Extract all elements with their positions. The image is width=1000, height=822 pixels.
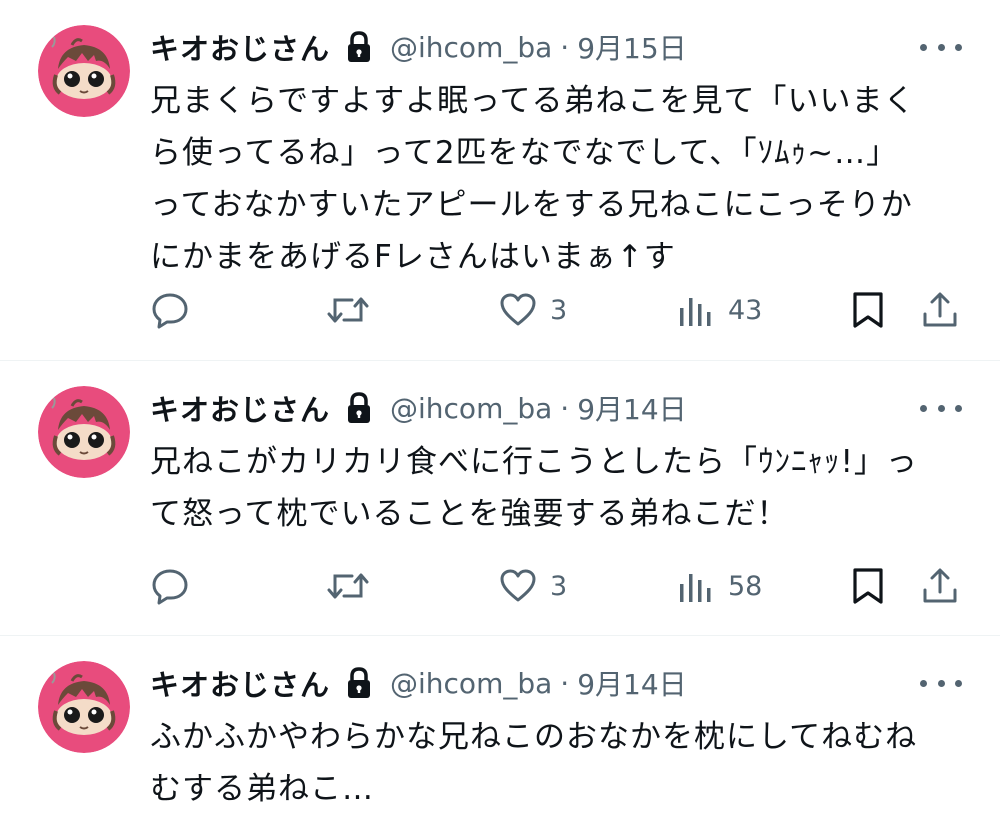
retweet-icon xyxy=(327,297,369,323)
tweet-text-line: ふかふかやわらかな兄ねこのおなかを枕にしてねむね xyxy=(150,719,918,755)
tweet-actions: 3 58 xyxy=(0,561,1000,611)
share-icon xyxy=(923,568,957,603)
avatar[interactable] xyxy=(38,661,130,753)
reply-button[interactable] xyxy=(150,285,190,335)
avatar[interactable] xyxy=(38,386,130,478)
lock-icon xyxy=(344,30,374,64)
avatar-image xyxy=(38,386,130,478)
author-name[interactable]: キオおじさん xyxy=(150,26,330,68)
share-icon xyxy=(923,292,957,327)
more-horizontal-icon[interactable] xyxy=(920,395,962,421)
tweet-header: キオおじさん @ihcom_ba · 9月15日 xyxy=(150,22,687,72)
avatar-image xyxy=(38,25,130,117)
bookmark-button[interactable] xyxy=(850,285,886,335)
like-button[interactable]: 3 xyxy=(498,285,567,335)
tweet-text-line: ら使ってるね」って2匹をなでなでして、「ｿﾑｩ~…」 xyxy=(150,135,899,171)
tweet-text-line: むする弟ねこ… xyxy=(150,771,374,807)
tweet-text-line: 兄ねこがカリカリ食べに行こうとしたら「ｳﾝﾆｬｯ!」っ xyxy=(150,444,918,480)
like-count: 3 xyxy=(550,570,568,602)
separator-dot: · xyxy=(560,391,570,425)
author-name[interactable]: キオおじさん xyxy=(150,662,330,704)
retweet-button[interactable] xyxy=(326,561,370,611)
view-count: 43 xyxy=(728,294,763,326)
heart-icon xyxy=(500,293,536,326)
author-name[interactable]: キオおじさん xyxy=(150,387,330,429)
tweet-text: 兄ねこがカリカリ食べに行こうとしたら「ｳﾝﾆｬｯ!」っ て怒って枕でいることを強… xyxy=(150,436,960,540)
tweet[interactable]: キオおじさん @ihcom_ba · 9月14日 兄ねこがカリカリ食べに行こうと… xyxy=(0,361,1000,635)
like-count: 3 xyxy=(550,294,568,326)
bookmark-icon xyxy=(853,568,883,604)
tweet-header: キオおじさん @ihcom_ba · 9月14日 xyxy=(150,383,687,433)
tweet-actions: 3 43 xyxy=(0,285,1000,335)
like-button[interactable]: 3 xyxy=(498,561,567,611)
views-button[interactable]: 58 xyxy=(676,561,762,611)
avatar-image xyxy=(38,661,130,753)
view-count: 58 xyxy=(728,570,763,602)
retweet-button[interactable] xyxy=(326,285,370,335)
share-button[interactable] xyxy=(920,561,960,611)
more-horizontal-icon[interactable] xyxy=(920,670,962,696)
reply-icon xyxy=(152,569,188,605)
tweet-date[interactable]: 9月15日 xyxy=(577,27,686,67)
lock-icon xyxy=(344,391,374,425)
author-handle[interactable]: @ihcom_ba xyxy=(390,392,552,425)
views-button[interactable]: 43 xyxy=(676,285,762,335)
retweet-icon xyxy=(327,573,369,599)
author-handle[interactable]: @ihcom_ba xyxy=(390,667,552,700)
more-horizontal-icon[interactable] xyxy=(920,34,962,60)
tweet-text-line: 兄まくらですよすよ眠ってる弟ねこを見て「いいまく xyxy=(150,83,916,119)
author-handle[interactable]: @ihcom_ba xyxy=(390,31,552,64)
reply-icon xyxy=(152,293,188,329)
timeline-feed: キオおじさん @ihcom_ba · 9月15日 兄まくらですよすよ眠ってる弟ね… xyxy=(0,0,1000,822)
separator-dot: · xyxy=(560,666,570,700)
tweet-date[interactable]: 9月14日 xyxy=(577,388,686,428)
bookmark-icon xyxy=(853,292,883,328)
tweet[interactable]: キオおじさん @ihcom_ba · 9月15日 兄まくらですよすよ眠ってる弟ね… xyxy=(0,0,1000,360)
views-chart-icon xyxy=(680,298,711,326)
tweet-text: ふかふかやわらかな兄ねこのおなかを枕にしてねむね むする弟ねこ… xyxy=(150,711,960,815)
reply-button[interactable] xyxy=(150,561,190,611)
heart-icon xyxy=(500,569,536,602)
tweet-text: 兄まくらですよすよ眠ってる弟ねこを見て「いいまく ら使ってるね」って2匹をなでな… xyxy=(150,75,960,283)
lock-icon xyxy=(344,666,374,700)
tweet-date[interactable]: 9月14日 xyxy=(577,663,686,703)
tweet[interactable]: キオおじさん @ihcom_ba · 9月14日 ふかふかやわらかな兄ねこのおな… xyxy=(0,636,1000,822)
bookmark-button[interactable] xyxy=(850,561,886,611)
avatar[interactable] xyxy=(38,25,130,117)
tweet-text-line: にかまをあげるFレさんはいまぁ↑す xyxy=(150,239,676,275)
tweet-text-line: て怒って枕でいることを強要する弟ねこだ！ xyxy=(150,496,789,532)
share-button[interactable] xyxy=(920,285,960,335)
tweet-text-line: っておなかすいたアピールをする兄ねこにこっそりか xyxy=(150,187,913,223)
views-chart-icon xyxy=(680,574,711,602)
tweet-header: キオおじさん @ihcom_ba · 9月14日 xyxy=(150,658,687,708)
separator-dot: · xyxy=(560,30,570,64)
